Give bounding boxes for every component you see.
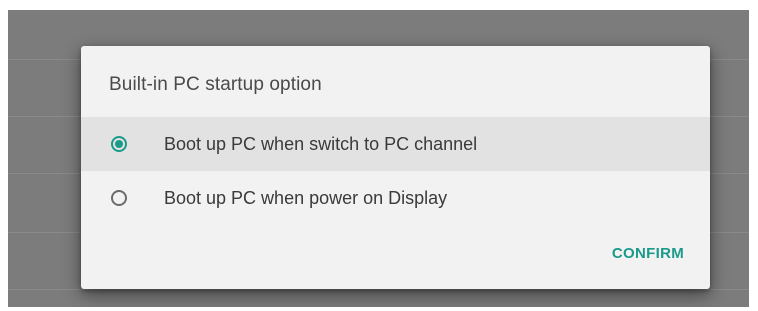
confirm-button[interactable]: CONFIRM — [612, 245, 684, 262]
radio-selected-icon[interactable] — [111, 136, 127, 152]
option-label: Boot up PC when power on Display — [164, 187, 448, 208]
option-label: Boot up PC when switch to PC channel — [164, 133, 478, 154]
option-switch-to-pc-channel[interactable]: Boot up PC when switch to PC channel — [81, 117, 710, 171]
radio-unselected-icon[interactable] — [111, 190, 127, 206]
option-power-on-display[interactable]: Boot up PC when power on Display — [81, 171, 710, 225]
startup-option-dialog: Built-in PC startup option Boot up PC wh… — [81, 46, 710, 289]
background-divider — [8, 289, 749, 290]
dialog-title: Built-in PC startup option — [109, 74, 322, 95]
background-screen: Built-in PC startup option Boot up PC wh… — [8, 10, 749, 307]
